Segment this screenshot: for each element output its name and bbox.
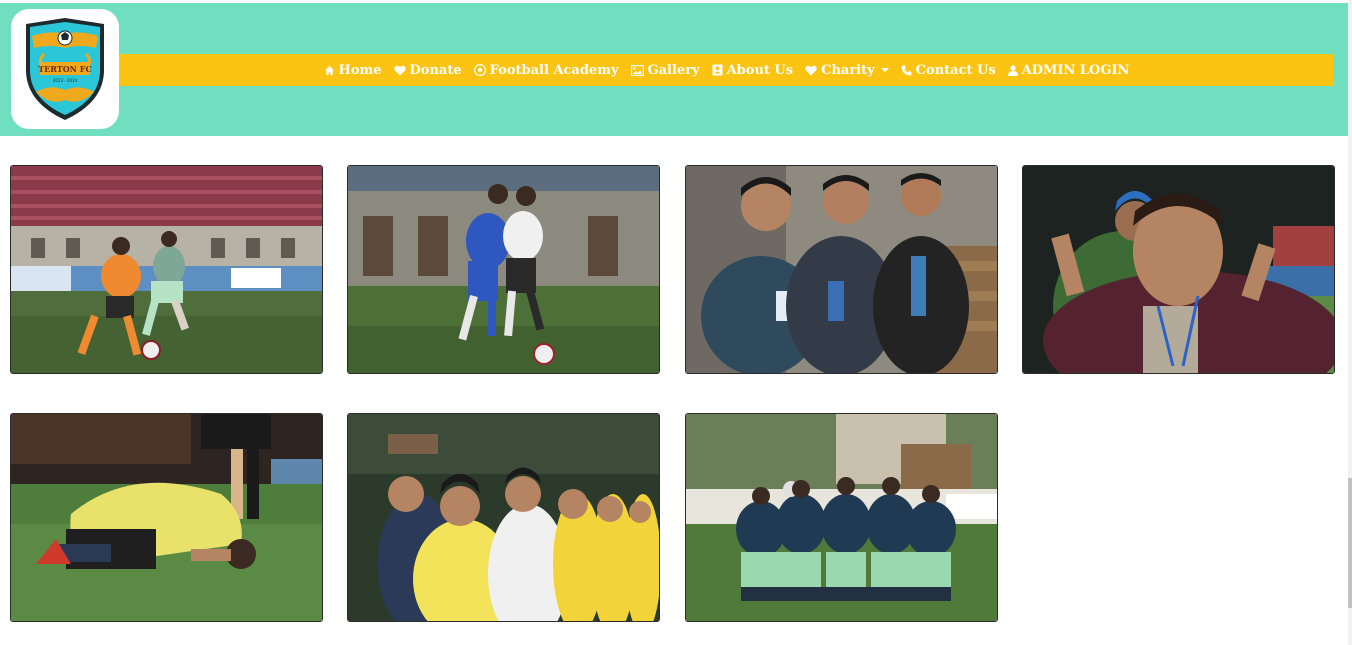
address-book-icon [712,64,723,76]
nav-charity[interactable]: Charity [805,63,889,78]
team-huddle-photo [686,414,997,621]
youth-match-photo [11,166,322,373]
nav-about-us[interactable]: About Us [712,62,794,78]
nav-charity-label: Charity [821,62,875,78]
nav-about-us-label: About Us [726,62,794,78]
nav-home-label: Home [338,62,382,78]
phone-icon [901,65,912,75]
nav-contact-us-label: Contact Us [915,62,996,78]
kneeling-player-photo [11,414,322,621]
site-header: TERTON FC 2013 - 2014 Home Donate Footba… [0,3,1348,136]
nav-gallery-label: Gallery [647,62,700,78]
gallery-photo[interactable] [685,165,998,374]
soccer-ball-icon [473,64,486,76]
gallery-photo[interactable] [10,413,323,622]
nav-donate[interactable]: Donate [393,62,462,78]
nav-admin-login-label: ADMIN LOGIN [1021,62,1130,78]
image-icon [630,64,644,76]
nav-gallery[interactable]: Gallery [630,62,700,78]
nav-donate-label: Donate [409,62,462,78]
gallery-photo[interactable] [347,413,660,622]
gallery-photo[interactable] [685,413,998,622]
main-nav: Home Donate Football Academy Gallery Abo… [119,54,1334,86]
user-icon [1007,64,1018,76]
gallery-photo[interactable] [1022,165,1335,374]
nav-football-academy-label: Football Academy [489,62,619,78]
nav-admin-login[interactable]: ADMIN LOGIN [1007,62,1130,78]
nav-home[interactable]: Home [324,63,382,78]
heart-icon [393,65,406,75]
tackle-photo [348,166,659,373]
heart-icon [805,65,817,75]
gallery-photo[interactable] [347,165,660,374]
home-icon [324,65,334,75]
officials-photo [686,166,997,373]
club-crest-icon: TERTON FC 2013 - 2014 [26,18,104,120]
club-logo[interactable]: TERTON FC 2013 - 2014 [11,9,119,129]
nav-contact-us[interactable]: Contact Us [901,63,996,78]
nav-football-academy[interactable]: Football Academy [473,62,619,78]
scrollbar-thumb[interactable] [1348,478,1352,608]
lineup-photo [348,414,659,621]
crest-years: 2013 - 2014 [53,78,78,83]
gallery-photo[interactable] [10,165,323,374]
coach-gesture-photo [1023,166,1334,373]
scrollbar[interactable] [1348,0,1352,645]
crest-name: TERTON FC [38,64,92,74]
chevron-down-icon [880,68,889,72]
